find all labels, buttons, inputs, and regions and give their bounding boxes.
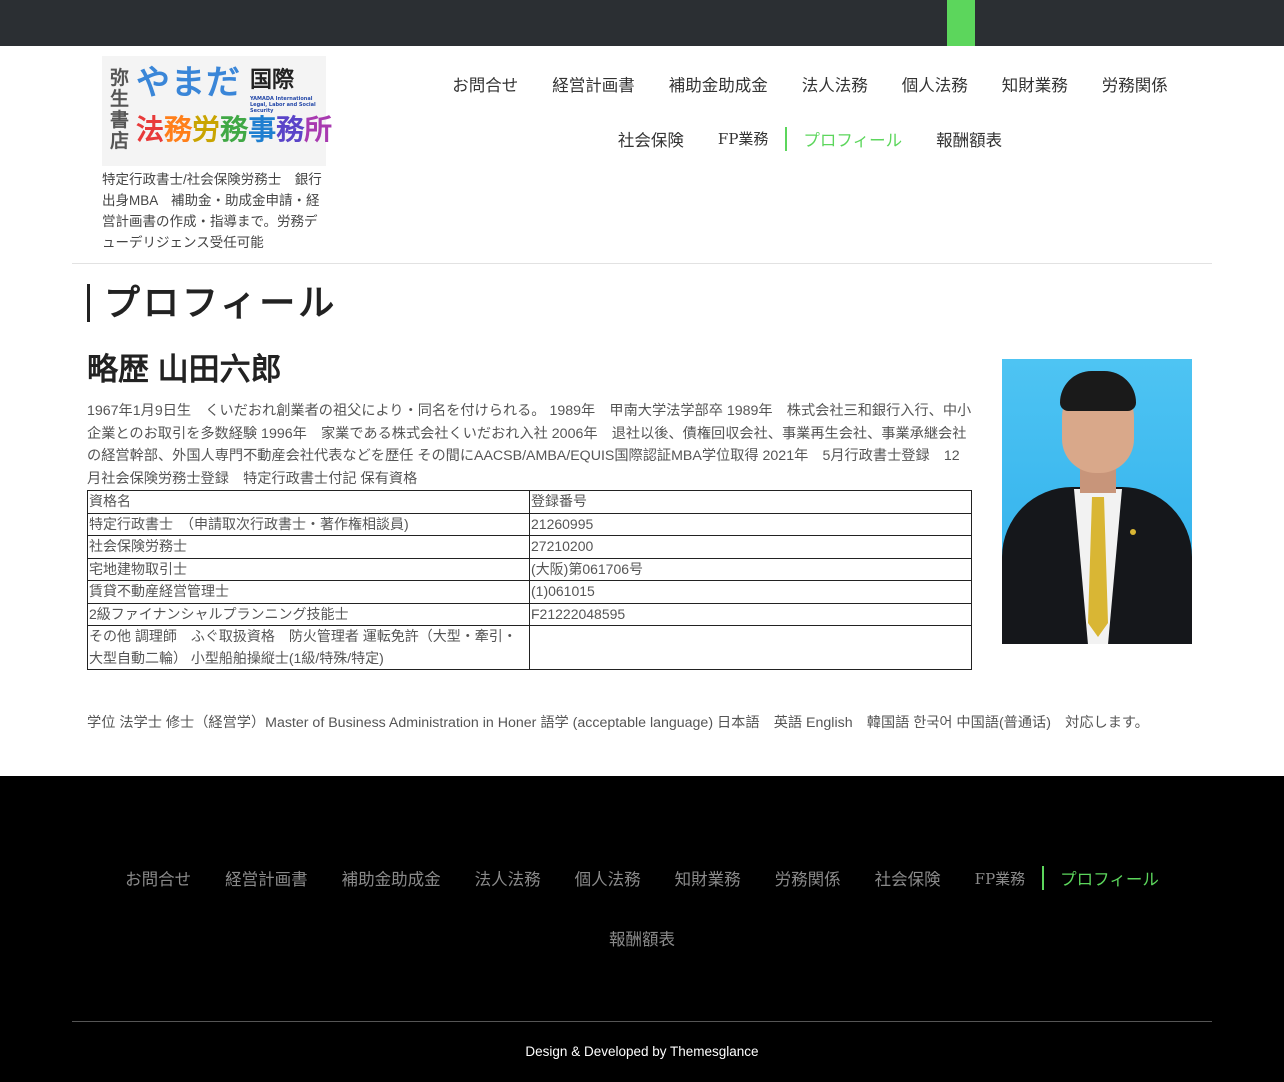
footer-nav-ip[interactable]: 知財業務 [658,866,758,890]
table-row: 2級ファイナンシャルプランニング技能士 F21222048595 [87,602,972,626]
table-row: 特定行政書士 （申請取次行政書士・著作権相談員) 21260995 [87,512,972,536]
table-header-cell: 登録番号 [529,490,972,514]
top-bar [0,0,1284,46]
logo-office-name: 法務労務事務所 [136,114,332,146]
table-row: 宅地建物取引士 (大阪)第061706号 [87,557,972,581]
nav-item-fees[interactable]: 報酬額表 [919,127,1019,151]
table-cell: (大阪)第061706号 [529,557,972,581]
table-row: 社会保険労務士 27210200 [87,535,972,559]
logo-char: 務 [276,113,305,146]
top-bar-accent[interactable] [947,0,975,46]
nav-item-profile[interactable]: プロフィール [785,126,919,151]
profile-degrees: 学位 法学士 修士（経営学）Master of Business Adminis… [87,715,1149,731]
table-row: 賃貸不動産経営管理士 (1)061015 [87,580,972,604]
table-cell: 2級ファイナンシャルプランニング技能士 [87,602,530,626]
table-cell: 27210200 [529,535,972,559]
site-footer: お問合せ 経営計画書 補助金助成金 法人法務 個人法務 知財業務 労務関係 社会… [0,776,1284,1082]
logo-kokusai: 国際 [250,68,295,93]
footer-nav-social-insurance[interactable]: 社会保険 [858,866,958,890]
footer-nav-corporate-legal[interactable]: 法人法務 [458,866,558,890]
nav-item-corporate-legal[interactable]: 法人法務 [785,72,885,96]
footer-nav-subsidies[interactable]: 補助金助成金 [325,866,458,890]
page-title: プロフィール [104,282,338,323]
footer-nav-profile[interactable]: プロフィール [1042,866,1176,890]
logo-char: 労 [192,113,221,146]
site-header: 弥生書店 やまだ 国際 YAMADA International Legal, … [0,46,1284,264]
main-nav-row-2: 社会保険 FP業務 プロフィール 報酬額表 [380,111,1240,166]
site-tagline: 特定行政書士/社会保険労務士 銀行出身MBA 補助金・助成金申請・経営計画書の作… [102,172,322,250]
table-header-row: 資格名 登録番号 [87,490,972,514]
footer-nav-labor[interactable]: 労務関係 [758,866,858,890]
nav-item-social-insurance[interactable]: 社会保険 [601,127,701,151]
nav-item-subsidies[interactable]: 補助金助成金 [652,72,785,96]
footer-nav-contact[interactable]: お問合せ [108,866,208,890]
nav-item-personal-legal[interactable]: 個人法務 [885,72,985,96]
footer-credit: Design & Developed by Themesglance [525,1044,759,1059]
nav-item-fp[interactable]: FP業務 [701,128,786,149]
profile-bio: 1967年1月9日生 くいだおれ創業者の祖父により・同名を付けられる。 1989… [87,403,972,487]
table-cell: その他 調理師 ふぐ取扱資格 防火管理者 運転免許（大型・牽引・大型自動二輪） … [87,625,530,670]
table-cell: (1)061015 [529,580,972,604]
logo-yamada: やまだ [136,63,241,103]
footer-nav-personal-legal[interactable]: 個人法務 [558,866,658,890]
main-nav: お問合せ 経営計画書 補助金助成金 法人法務 個人法務 知財業務 労務関係 社会… [380,56,1240,166]
logo-char: 法 [136,113,165,146]
footer-nav: お問合せ 経営計画書 補助金助成金 法人法務 個人法務 知財業務 労務関係 社会… [72,848,1212,968]
site-logo[interactable]: 弥生書店 やまだ 国際 YAMADA International Legal, … [102,56,332,166]
table-cell: 宅地建物取引士 [87,557,530,581]
profile-content: 略歴 山田六郎 1967年1月9日生 くいだおれ創業者の祖父により・同名を付けら… [87,350,972,670]
nav-item-contact[interactable]: お問合せ [435,72,535,96]
profile-heading: 略歴 山田六郎 [87,352,282,387]
footer-nav-row-1: お問合せ 経営計画書 補助金助成金 法人法務 個人法務 知財業務 労務関係 社会… [72,848,1212,908]
table-cell [529,625,972,670]
header-divider [72,263,1212,264]
table-cell: 21260995 [529,512,972,536]
logo-char: 務 [164,113,193,146]
photo-lapel-pin [1130,529,1136,535]
photo-hair [1060,371,1136,411]
table-cell: 賃貸不動産経営管理士 [87,580,530,604]
footer-nav-business-plan[interactable]: 経営計画書 [208,866,325,890]
table-header-cell: 資格名 [87,490,530,514]
logo-char: 事 [248,113,277,146]
logo-char: 務 [220,113,249,146]
logo-char: 所 [304,113,333,146]
table-cell: 特定行政書士 （申請取次行政書士・著作権相談員) [87,512,530,536]
table-cell: 社会保険労務士 [87,535,530,559]
footer-nav-fees[interactable]: 報酬額表 [592,926,692,950]
logo-english: YAMADA International Legal, Labor and So… [250,96,316,114]
nav-item-ip[interactable]: 知財業務 [985,72,1085,96]
page-title-block: プロフィール [87,284,337,322]
footer-divider [72,1021,1212,1022]
table-row: その他 調理師 ふぐ取扱資格 防火管理者 運転免許（大型・牽引・大型自動二輪） … [87,625,972,670]
qualifications-table: 資格名 登録番号 特定行政書士 （申請取次行政書士・著作権相談員) 212609… [87,490,972,670]
logo-vertical-text: 弥生書店 [110,67,130,152]
footer-nav-row-2: 報酬額表 [72,908,1212,968]
profile-photo [1002,359,1192,644]
main-nav-row-1: お問合せ 経営計画書 補助金助成金 法人法務 個人法務 知財業務 労務関係 [380,56,1240,111]
nav-item-labor[interactable]: 労務関係 [1085,72,1185,96]
nav-item-business-plan[interactable]: 経営計画書 [535,72,652,96]
table-cell: F21222048595 [529,602,972,626]
footer-nav-fp[interactable]: FP業務 [958,868,1043,889]
